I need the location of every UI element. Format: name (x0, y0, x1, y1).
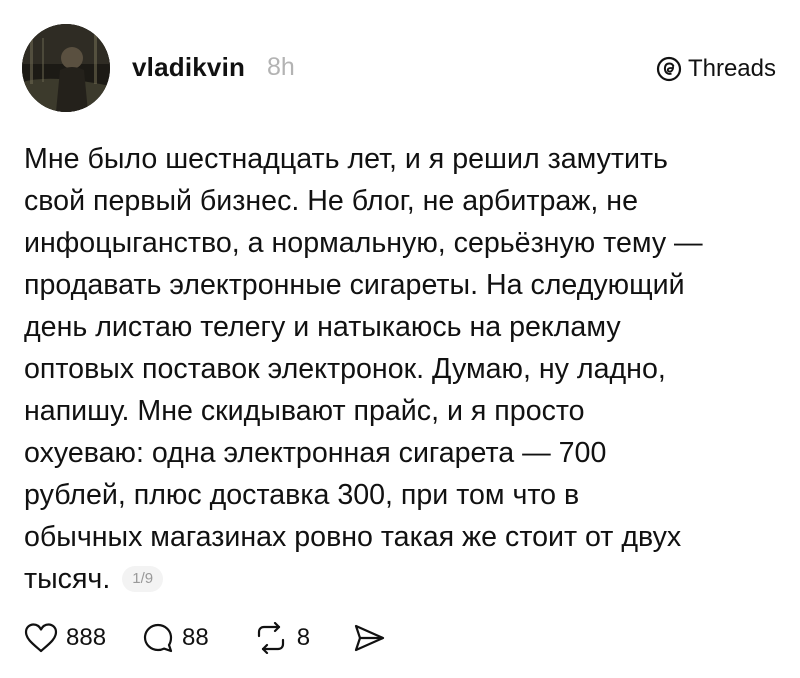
avatar[interactable] (22, 24, 110, 112)
reply-count: 88 (182, 624, 209, 651)
post-text-last-line: тысяч. 1/9 (24, 558, 776, 600)
post-text-line: тысяч. (24, 563, 111, 595)
like-count: 888 (66, 624, 107, 651)
post-text-line: оптовых поставок электронок. Думаю, ну л… (24, 353, 666, 385)
avatar-photo (22, 24, 110, 112)
post-text-line: охуеваю: одна электронная сигарета — 700 (24, 437, 607, 469)
heart-icon (24, 623, 58, 653)
action-bar: 888 88 8 (24, 622, 386, 654)
post-body: Мне было шестнадцать лет, и я решил заму… (24, 138, 776, 600)
post-text-line: напишу. Мне скидывают прайс, и я просто (24, 395, 585, 427)
post-text-line: Мне было шестнадцать лет, и я решил заму… (24, 143, 668, 175)
reply-button[interactable]: 88 (142, 622, 209, 654)
post-text-line: обычных магазинах ровно такая же стоит о… (24, 521, 682, 553)
brand-name: Threads (687, 55, 776, 82)
repost-button[interactable]: 8 (253, 622, 310, 654)
threads-brand: Threads (656, 55, 776, 83)
share-button[interactable] (352, 622, 386, 654)
post-text-line: инфоцыганство, а нормальную, серьёзную т… (24, 227, 703, 259)
send-icon (355, 624, 385, 652)
threads-logo-icon (656, 56, 682, 82)
post-text-line: продавать электронные сигареты. На следу… (24, 269, 685, 301)
repost-count: 8 (296, 624, 311, 651)
post-text-line: день листаю телегу и натыкаюсь на реклам… (24, 311, 621, 343)
comment-bubble-icon (143, 623, 173, 653)
author-username[interactable]: vladikvin (132, 52, 245, 83)
post-text-line: рублей, плюс доставка 300, при том что в (24, 479, 580, 511)
post-timestamp: 8h (267, 53, 295, 81)
post-text-line: свой первый бизнес. Не блог, не арбитраж… (24, 185, 638, 217)
repost-icon (257, 622, 284, 654)
page-indicator-badge: 1/9 (122, 566, 164, 592)
threads-post: vladikvin 8h Threads Мне было шестнадцат… (0, 0, 800, 678)
like-button[interactable]: 888 (24, 622, 106, 654)
